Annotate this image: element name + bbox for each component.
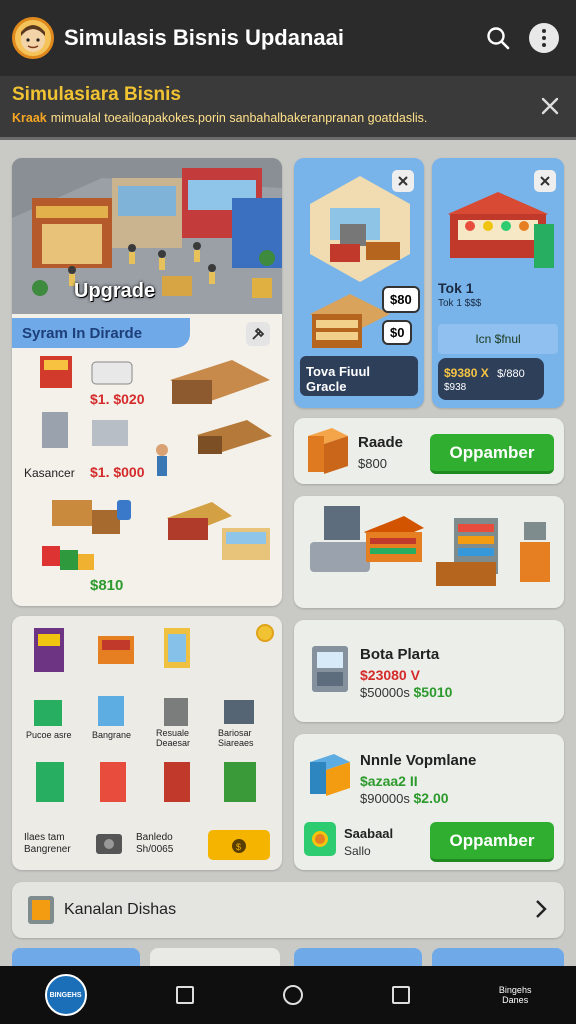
product-c-price-green: $azaa2 II — [360, 773, 418, 789]
upgrade-overlay-label: Upgrade — [74, 280, 156, 302]
store-1-badge-2: $0 — [382, 320, 413, 345]
store-2-price: $9380 X — [444, 366, 489, 380]
product-c-price-row: $90000s $2.00 — [360, 790, 449, 806]
store-card-1[interactable]: $80 $0 Tova Fiuul Gracle — [294, 158, 424, 408]
peek-card-2 — [150, 948, 280, 968]
upgrade-price-3: $810 — [90, 577, 124, 594]
search-icon[interactable] — [478, 18, 518, 58]
crate-icon — [308, 428, 348, 474]
product-b-name: Bota Plarta — [360, 646, 440, 663]
product-a-name: Raade — [358, 434, 404, 451]
grid-footer-left: Ilaes tam Bangrener — [24, 832, 71, 855]
collection-row[interactable]: Kanalan Dishas — [12, 882, 564, 938]
banner-title: Simulasiara Bisnis — [12, 84, 181, 105]
product-card-raade[interactable]: Raade $800 Oppamber — [294, 418, 564, 484]
grid-label-4: Bariosar Siareaes — [218, 728, 254, 748]
product-b-new: $5010 — [413, 684, 453, 700]
items-row-3-illustration — [36, 762, 256, 802]
grid-footer-mid: Banledo Sh/0065 — [136, 832, 174, 855]
product-c-name: Nnnle Vopmlane — [360, 752, 477, 769]
recent-apps-icon[interactable] — [175, 986, 194, 1004]
product-b-price-old: $50000s $5010 — [360, 684, 452, 700]
app-bar: Simulasis Bisnis Updanaai — [0, 0, 576, 76]
machine-icon — [312, 646, 348, 692]
items-row-2-illustration — [34, 696, 254, 726]
box-icon — [310, 754, 350, 796]
product-c-old: $90000s — [360, 791, 410, 806]
upgrade-panel-title: Syram In Dirarde — [22, 324, 143, 342]
items-grid-card[interactable]: Pucoe asre Bangrane Resuale Deaesar Bari… — [12, 616, 282, 870]
more-menu-button[interactable] — [524, 18, 564, 58]
market-shelves-illustration — [310, 506, 550, 586]
product-c-sub-name: Saabaal — [344, 826, 394, 841]
app-title: Simulasis Bisnis Updanaai — [64, 25, 344, 50]
banner-tag: Kraak — [12, 111, 47, 125]
product-a-price: $800 — [358, 456, 387, 471]
close-icon[interactable] — [392, 170, 414, 192]
more-vertical-icon — [529, 23, 559, 53]
system-nav-bar: BINGEHS Bingehs Danes — [0, 966, 576, 1024]
store-2-tag: Icn $fnul — [438, 324, 558, 354]
cabinet-icon — [28, 896, 54, 924]
store-2-price2: $/880 — [497, 368, 525, 380]
grid-label-1: Pucoe asre — [26, 730, 72, 740]
upgrade-item-label: Kasancer — [24, 466, 75, 480]
store-2-label: Tok 1 — [438, 280, 474, 296]
info-banner: Simulasiara Bisnis Kraak mimualal toeailo… — [0, 76, 576, 140]
close-icon[interactable] — [534, 170, 556, 192]
close-icon[interactable] — [538, 94, 562, 118]
character-face-icon[interactable] — [12, 17, 54, 59]
grid-label-3: Resuale Deaesar — [156, 728, 191, 748]
overview-icon[interactable] — [391, 986, 410, 1004]
oppamber-button[interactable]: Oppamber — [430, 822, 554, 862]
store-1-label: Tova Fiuul Gracle — [300, 356, 418, 396]
oppamber-button[interactable]: Oppamber — [430, 434, 554, 474]
product-c-sub-price: Sallo — [344, 844, 371, 858]
store-2-sub: Tok 1 $$$ — [438, 298, 482, 309]
peek-card-4 — [432, 948, 564, 968]
safe-icon — [96, 834, 122, 854]
upgrade-price-1: $1. $020 — [90, 391, 145, 407]
upgrade-card[interactable]: Upgrade Syram In Dirarde $1. $020 Kasanc… — [12, 158, 282, 606]
coin-bag-icon: $ — [232, 839, 246, 853]
hammer-icon[interactable] — [246, 322, 270, 346]
brand-logo[interactable]: BINGEHS — [44, 974, 87, 1016]
banner-text: Kraak mimualal toeailoapakokes.porin sanb… — [12, 111, 564, 125]
store-2-price3: $938 — [444, 382, 467, 393]
peek-card-1 — [12, 948, 140, 968]
upgrade-panel-header: Syram In Dirarde — [12, 318, 190, 348]
product-card-bota-plarta[interactable]: Bota Plarta $23080 V $50000s $5010 — [294, 620, 564, 722]
svg-text:$: $ — [236, 842, 241, 852]
product-b-price-red: $23080 V — [360, 667, 420, 683]
market-card[interactable] — [294, 496, 564, 608]
product-c-new: $2.00 — [413, 790, 449, 806]
banner-message: mimualal toeailoapakokes.porin sanbahalb… — [50, 111, 428, 125]
product-b-old: $50000s — [360, 685, 410, 700]
store-1-badge-1: $80 — [382, 286, 420, 313]
brand-name: Bingehs Danes — [498, 985, 532, 1005]
coin-bag-button[interactable]: $ — [208, 830, 270, 860]
chevron-right-icon[interactable] — [534, 898, 548, 925]
product-card-nnnle[interactable]: Nnnle Vopmlane $azaa2 II $90000s $2.00 S… — [294, 734, 564, 870]
store-2-price-box: $9380 X $/880 $938 — [438, 358, 544, 400]
grid-label-2: Bangrane — [92, 730, 132, 740]
collection-label: Kanalan Dishas — [64, 901, 177, 918]
brand-logo-text: BINGEHS — [49, 991, 82, 999]
items-row-1-illustration — [34, 628, 190, 672]
peek-card-3 — [294, 948, 422, 968]
store-card-2[interactable]: Tok 1 Tok 1 $$$ Icn $fnul $9380 X $/880 … — [432, 158, 564, 408]
upgrade-price-2: $1. $000 — [90, 464, 145, 480]
home-icon[interactable] — [282, 985, 303, 1005]
gear-box-icon — [304, 822, 336, 856]
